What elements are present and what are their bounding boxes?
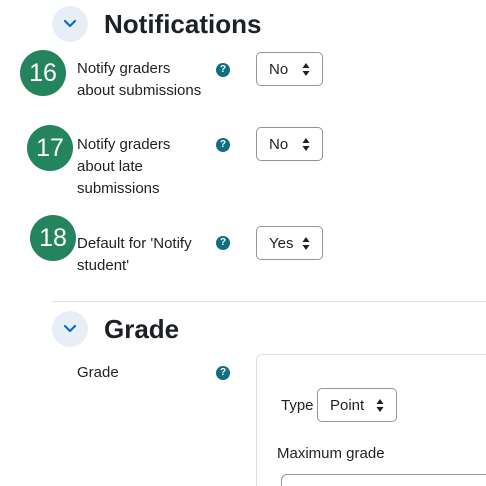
select-value: Point (330, 396, 365, 414)
help-icon[interactable]: ? (216, 138, 230, 152)
grade-type-label: Type (281, 397, 314, 414)
notify-graders-submissions-label: Notify graders about submissions (77, 60, 202, 99)
notifications-section-title: Notifications (104, 9, 262, 39)
page: Notifications 16 Notify graders about su… (0, 0, 486, 486)
sort-updown-icon (302, 237, 310, 250)
maximum-grade-label: Maximum grade (277, 445, 385, 462)
notify-graders-late-submissions-label: Notify graders about late submissions (77, 136, 171, 197)
grade-collapse-toggle[interactable] (52, 311, 88, 347)
sort-updown-icon (302, 63, 310, 76)
step-badge-18: 18 (30, 215, 76, 261)
step-badge-17: 17 (27, 125, 73, 171)
select-value: No (269, 60, 289, 78)
help-icon[interactable]: ? (216, 366, 230, 380)
help-icon[interactable]: ? (216, 63, 230, 77)
sort-updown-icon (302, 138, 310, 151)
select-value: No (269, 135, 289, 153)
default-notify-student-label: Default for 'Notify student' (77, 235, 192, 274)
select-value: Yes (269, 234, 294, 252)
sort-updown-icon (376, 399, 384, 412)
grade-type-select[interactable]: Point (317, 388, 397, 422)
chevron-down-icon (63, 19, 77, 28)
notify-graders-submissions-select[interactable]: No (256, 52, 323, 86)
grade-field-label: Grade (77, 364, 119, 381)
notifications-collapse-toggle[interactable] (52, 6, 88, 42)
default-notify-student-select[interactable]: Yes (256, 226, 323, 260)
section-divider (52, 301, 486, 302)
maximum-grade-input[interactable] (281, 474, 486, 486)
help-icon[interactable]: ? (216, 236, 230, 250)
chevron-down-icon (63, 324, 77, 333)
grade-section-title: Grade (104, 314, 180, 344)
notify-graders-late-submissions-select[interactable]: No (256, 127, 323, 161)
step-badge-16: 16 (20, 50, 66, 96)
